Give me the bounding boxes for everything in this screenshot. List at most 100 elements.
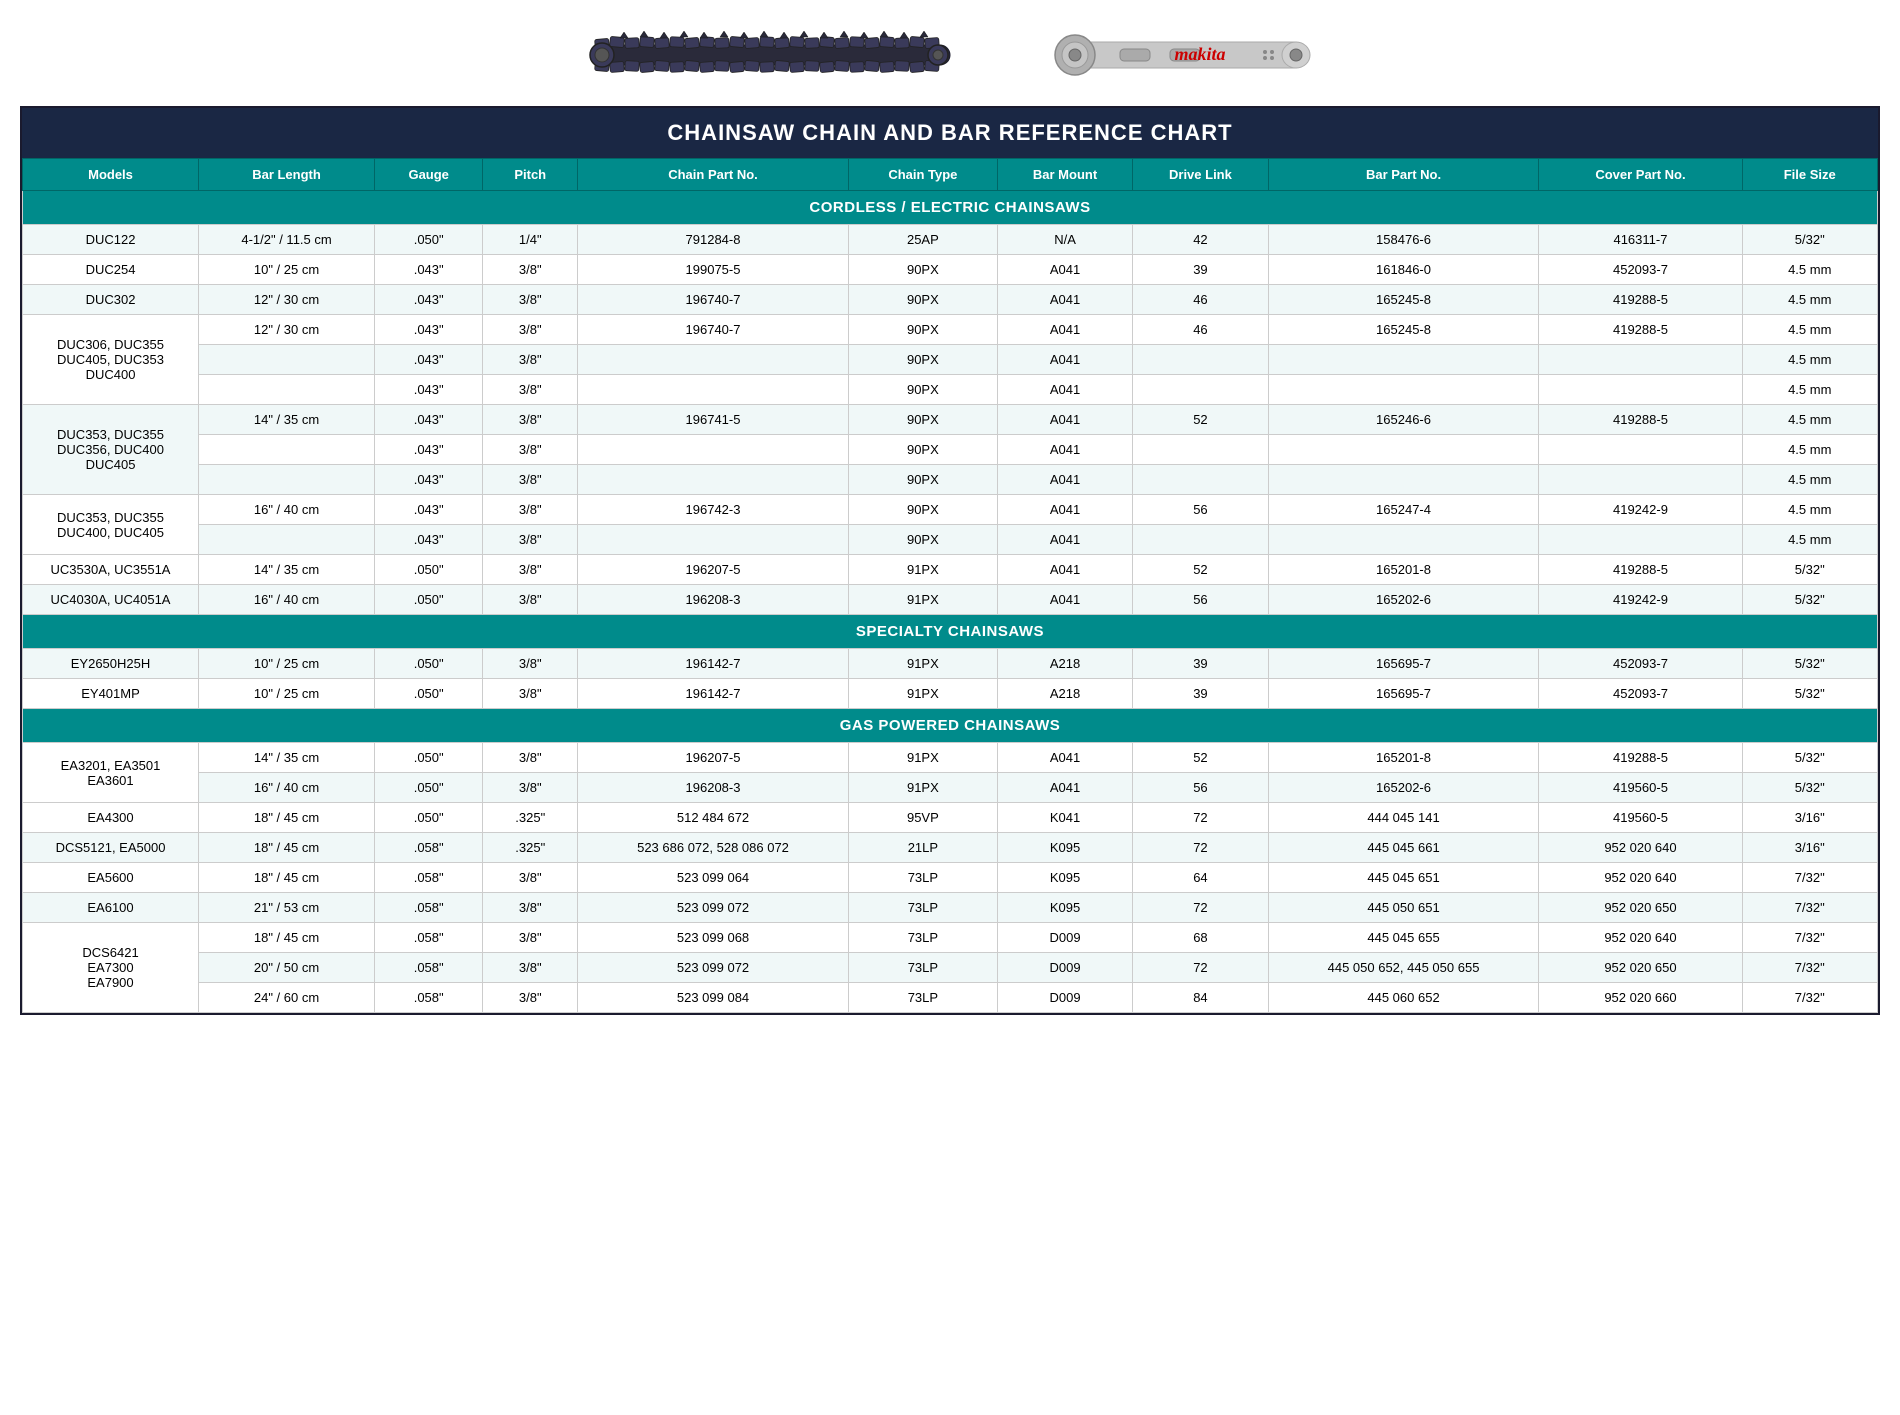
table-cell: 3/8" <box>483 315 578 345</box>
table-cell: .043" <box>375 255 483 285</box>
table-cell-models: DUC306, DUC355 DUC405, DUC353 DUC400 <box>23 315 199 405</box>
table-cell: 39 <box>1133 679 1268 709</box>
table-cell: .058" <box>375 953 483 983</box>
table-cell <box>1268 435 1539 465</box>
table-cell: 196207-5 <box>578 743 849 773</box>
table-cell-models: DCS6421 EA7300 EA7900 <box>23 923 199 1013</box>
table-cell <box>1133 465 1268 495</box>
table-cell: 46 <box>1133 285 1268 315</box>
table-row: DUC30212" / 30 cm.043"3/8"196740-790PXA0… <box>23 285 1878 315</box>
table-cell: 3/8" <box>483 495 578 525</box>
table-cell: A041 <box>997 495 1132 525</box>
table-cell <box>578 435 849 465</box>
col-header-models: Models <box>23 159 199 191</box>
table-cell <box>1539 435 1742 465</box>
table-body: CORDLESS / ELECTRIC CHAINSAWSDUC1224-1/2… <box>23 191 1878 1013</box>
table-cell: 56 <box>1133 495 1268 525</box>
table-cell: 10" / 25 cm <box>199 255 375 285</box>
table-cell <box>199 525 375 555</box>
table-cell: .050" <box>375 743 483 773</box>
table-cell: 39 <box>1133 649 1268 679</box>
table-cell: 91PX <box>848 585 997 615</box>
table-cell: 419288-5 <box>1539 743 1742 773</box>
table-cell: 419560-5 <box>1539 773 1742 803</box>
table-cell: 14" / 35 cm <box>199 555 375 585</box>
table-cell: 419288-5 <box>1539 315 1742 345</box>
table-cell: 91PX <box>848 649 997 679</box>
table-cell: 196208-3 <box>578 773 849 803</box>
table-row: .043"3/8"90PXA0414.5 mm <box>23 345 1878 375</box>
table-cell <box>1268 375 1539 405</box>
table-cell: 445 060 652 <box>1268 983 1539 1013</box>
col-header-chaintype: Chain Type <box>848 159 997 191</box>
table-cell: 419288-5 <box>1539 405 1742 435</box>
table-cell: 1/4" <box>483 225 578 255</box>
table-row: .043"3/8"90PXA0414.5 mm <box>23 435 1878 465</box>
col-header-drivelink: Drive Link <box>1133 159 1268 191</box>
table-cell: 4.5 mm <box>1742 315 1877 345</box>
table-cell: 196740-7 <box>578 315 849 345</box>
table-cell: A041 <box>997 285 1132 315</box>
table-cell: .058" <box>375 893 483 923</box>
table-cell: 4.5 mm <box>1742 495 1877 525</box>
col-header-gauge: Gauge <box>375 159 483 191</box>
table-cell: 90PX <box>848 465 997 495</box>
table-cell: 90PX <box>848 255 997 285</box>
table-cell: 158476-6 <box>1268 225 1539 255</box>
table-cell: A041 <box>997 743 1132 773</box>
table-cell: 165245-8 <box>1268 315 1539 345</box>
table-cell: A218 <box>997 649 1132 679</box>
table-cell: 20" / 50 cm <box>199 953 375 983</box>
table-cell <box>199 435 375 465</box>
table-cell: 5/32" <box>1742 649 1877 679</box>
col-header-pitch: Pitch <box>483 159 578 191</box>
table-cell: 14" / 35 cm <box>199 405 375 435</box>
table-row: EA610021" / 53 cm.058"3/8"523 099 07273L… <box>23 893 1878 923</box>
table-cell: 90PX <box>848 285 997 315</box>
table-cell: 18" / 45 cm <box>199 803 375 833</box>
col-header-filesize: File Size <box>1742 159 1877 191</box>
table-cell: 3/8" <box>483 585 578 615</box>
table-cell: .325" <box>483 803 578 833</box>
table-cell: D009 <box>997 923 1132 953</box>
table-cell: 3/8" <box>483 923 578 953</box>
table-cell: 3/8" <box>483 375 578 405</box>
section-header-cell: CORDLESS / ELECTRIC CHAINSAWS <box>23 191 1878 225</box>
header-images: makita <box>20 20 1880 90</box>
table-cell <box>1268 345 1539 375</box>
table-cell: 16" / 40 cm <box>199 773 375 803</box>
table-cell: 444 045 141 <box>1268 803 1539 833</box>
table-cell: .043" <box>375 345 483 375</box>
table-cell: 3/8" <box>483 405 578 435</box>
table-row: DUC25410" / 25 cm.043"3/8"199075-590PXA0… <box>23 255 1878 285</box>
page-wrapper: makita CHAINSAW CHAIN AND BAR REFERENCE … <box>0 0 1900 1035</box>
table-cell: D009 <box>997 953 1132 983</box>
section-header-row: CORDLESS / ELECTRIC CHAINSAWS <box>23 191 1878 225</box>
table-cell: 419242-9 <box>1539 585 1742 615</box>
table-cell: 445 050 652, 445 050 655 <box>1268 953 1539 983</box>
table-cell: K095 <box>997 833 1132 863</box>
table-cell: 196742-3 <box>578 495 849 525</box>
table-cell: 4.5 mm <box>1742 405 1877 435</box>
table-cell: 12" / 30 cm <box>199 315 375 345</box>
table-cell: 165695-7 <box>1268 679 1539 709</box>
table-cell: 419288-5 <box>1539 555 1742 585</box>
table-cell: .050" <box>375 585 483 615</box>
table-cell: 21" / 53 cm <box>199 893 375 923</box>
section-header-cell: SPECIALTY CHAINSAWS <box>23 615 1878 649</box>
table-cell: 91PX <box>848 679 997 709</box>
section-header-row: GAS POWERED CHAINSAWS <box>23 709 1878 743</box>
table-cell: 791284-8 <box>578 225 849 255</box>
table-cell: 452093-7 <box>1539 649 1742 679</box>
table-cell: A041 <box>997 315 1132 345</box>
table-cell: 72 <box>1133 833 1268 863</box>
table-cell: 16" / 40 cm <box>199 585 375 615</box>
table-cell: 10" / 25 cm <box>199 649 375 679</box>
reference-table: Models Bar Length Gauge Pitch Chain Part… <box>22 158 1878 1013</box>
table-cell: 4.5 mm <box>1742 375 1877 405</box>
table-cell: 25AP <box>848 225 997 255</box>
table-cell: DUC254 <box>23 255 199 285</box>
table-cell: 196142-7 <box>578 679 849 709</box>
table-cell: 7/32" <box>1742 893 1877 923</box>
table-cell <box>1133 525 1268 555</box>
